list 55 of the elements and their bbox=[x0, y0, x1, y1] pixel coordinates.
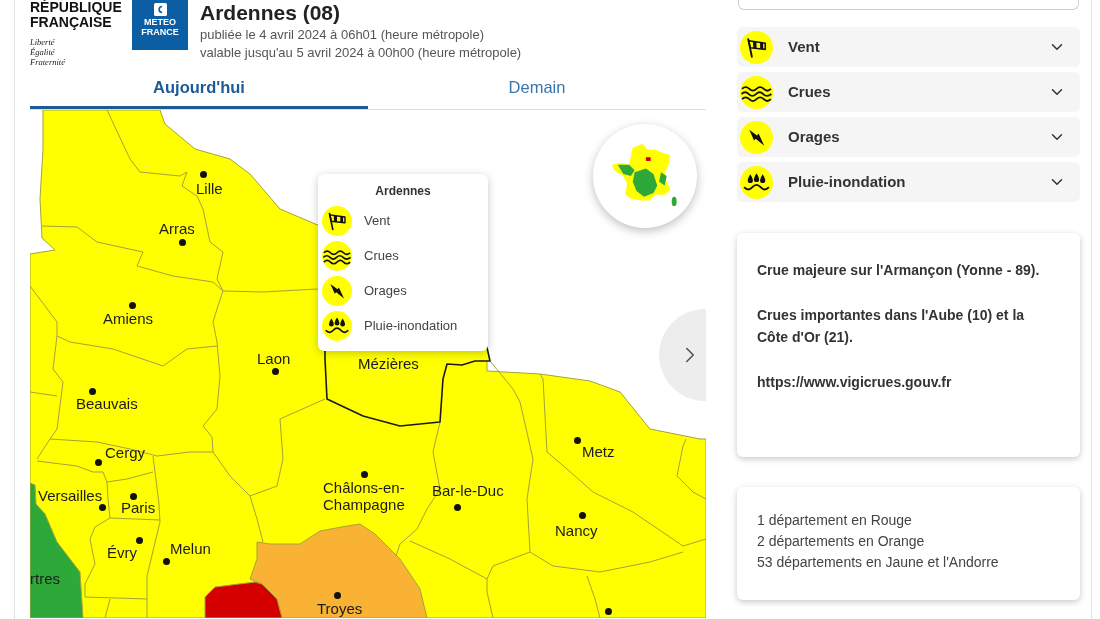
lightning-icon bbox=[322, 276, 352, 306]
hazard-accordion[interactable]: Pluie-inondation bbox=[737, 162, 1080, 202]
motto-text: Liberté bbox=[30, 37, 55, 47]
city-label: Versailles bbox=[38, 488, 103, 503]
city-label: Évry bbox=[107, 545, 137, 560]
city-label: Bar-le-Duc bbox=[432, 483, 504, 498]
city-label: Arras bbox=[159, 221, 195, 236]
city-label: Troyes bbox=[317, 601, 363, 616]
city-label: Amiens bbox=[103, 311, 154, 326]
hazard-accordion[interactable]: Crues bbox=[737, 72, 1080, 112]
city-label: Metz bbox=[582, 444, 615, 459]
city-label: Paris bbox=[121, 500, 156, 515]
city-label: Melun bbox=[170, 541, 211, 556]
notice-text: Crues importantes dans l'Aube (10) et la Côte d'Or (21). bbox=[757, 306, 1026, 347]
city-label: Lille bbox=[196, 181, 223, 196]
published-text: publiée le 4 avril 2024 à 06h01 (heure métropole) bbox=[200, 26, 485, 44]
hazard-label: Orages bbox=[364, 282, 407, 301]
rain-drops-icon bbox=[322, 311, 352, 341]
waves-icon bbox=[322, 241, 352, 271]
windsock-icon bbox=[322, 206, 352, 236]
validity-text: valable jusqu'au 5 avril 2024 à 00h00 (heure métropole) bbox=[200, 44, 522, 62]
hazard-accordion[interactable]: Vent bbox=[737, 27, 1080, 67]
city-label: Nancy bbox=[555, 523, 598, 538]
france-map-icon bbox=[612, 144, 678, 208]
dropdown-field[interactable] bbox=[738, 0, 1079, 10]
hazard-accordion[interactable]: Orages bbox=[737, 117, 1080, 157]
city-label: Beauvais bbox=[76, 396, 138, 411]
motto-text: Égalité bbox=[30, 47, 55, 57]
tab[interactable]: Demain bbox=[368, 68, 706, 109]
page-title: Ardennes (08) bbox=[200, 0, 341, 26]
notice-text: https://www.vigicrues.gouv.fr bbox=[757, 373, 953, 392]
hazard-label: Vent bbox=[364, 212, 391, 231]
lightning-icon bbox=[740, 120, 773, 154]
motto-text: Fraternité bbox=[30, 57, 65, 67]
waves-icon bbox=[740, 75, 773, 109]
france-map-button[interactable] bbox=[593, 124, 697, 228]
summary-text: 53 départements en Jaune et l'Andorre bbox=[757, 553, 1000, 572]
city-label: Mézières bbox=[358, 356, 419, 371]
logo-symbol-icon bbox=[153, 3, 167, 16]
emblem-text: RÉPUBLIQUE bbox=[30, 0, 122, 15]
city-label: rtres bbox=[30, 571, 60, 586]
logo-text: METEO bbox=[144, 17, 176, 27]
city-label: Cergy bbox=[105, 445, 145, 460]
rain-drops-icon bbox=[740, 165, 773, 199]
summary-text: 1 département en Rouge bbox=[757, 511, 913, 530]
logo-text: FRANCE bbox=[141, 27, 179, 37]
city-label: Laon bbox=[257, 351, 291, 366]
windsock-icon bbox=[740, 30, 773, 64]
notice-text: Crue majeure sur l'Armançon (Yonne - 89). bbox=[757, 261, 1041, 280]
hazard-label: Crues bbox=[364, 247, 399, 266]
emblem-text: FRANÇAISE bbox=[30, 15, 112, 30]
city-label: Châlons-en-Champagne bbox=[323, 479, 406, 513]
summary-text: 2 départements en Orange bbox=[757, 532, 926, 551]
tooltip-title: Ardennes bbox=[375, 183, 431, 199]
hazard-label: Pluie-inondation bbox=[364, 317, 458, 336]
